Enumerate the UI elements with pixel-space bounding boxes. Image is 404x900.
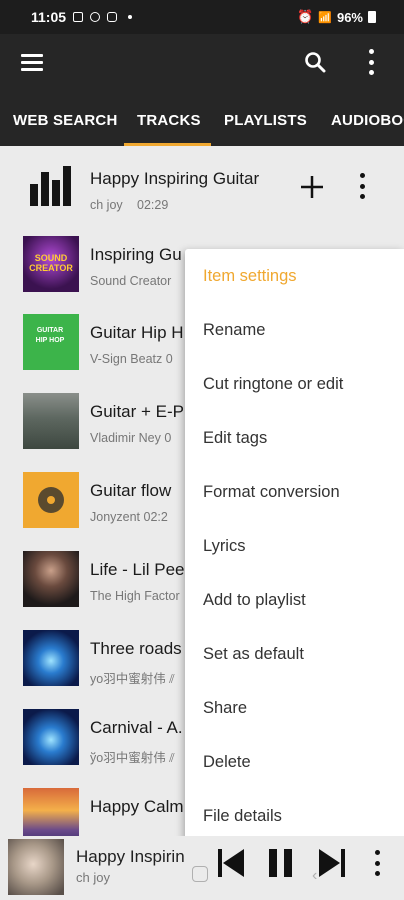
vinyl-icon [38,487,64,513]
player-artist: ch joy [76,870,110,885]
album-art-text: GUITAR HIP HOP [35,327,65,344]
mini-player[interactable]: Happy Inspirin ch joy ‹ [0,836,404,900]
instagram-notification-icon [107,12,118,22]
now-playing-duration: 02:29 [137,198,169,212]
menu-item-file-details[interactable]: File details [203,807,282,826]
track-title: Inspiring Gu [90,245,182,264]
now-playing-artist: ch joy [90,198,123,212]
menu-item-set-as-default[interactable]: Set as default [203,645,304,664]
track-artist: Jonyzent 02:2 [90,510,168,524]
app-notification-icon [90,12,101,22]
tab-audiobooks[interactable]: AUDIOBOO [331,112,404,129]
battery-level: 96% [336,9,363,25]
now-playing-row[interactable]: Happy Inspiring Guitar ch joy 02:29 [0,146,404,224]
player-options-icon[interactable] [374,850,380,876]
gallery-notification-icon [73,12,84,22]
status-time: 11:05 [31,9,67,25]
next-icon[interactable] [319,849,345,877]
track-artist: yo羽中蜜射伟 ⫽ [90,672,175,686]
album-art: SOUND CREATOR [23,236,79,292]
track-artist: Sound Creator [90,274,172,288]
menu-item-lyrics[interactable]: Lyrics [203,537,245,556]
menu-header: Item settings [203,267,297,285]
previous-icon[interactable] [218,849,244,877]
album-art [23,551,79,607]
album-art: GUITAR HIP HOP [23,314,79,370]
track-title: Three roads [90,639,182,658]
status-bar: 11:05 ⏰ 📶 96% [0,0,404,34]
more-notifications-icon [128,15,133,19]
album-art [23,472,79,528]
menu-item-format-conversion[interactable]: Format conversion [203,483,340,502]
track-title: Carnival - A. [90,718,183,737]
pause-icon[interactable] [269,849,293,877]
overflow-menu-icon[interactable] [366,49,376,75]
wifi-icon: 📶 [318,11,332,24]
menu-item-delete[interactable]: Delete [203,753,251,772]
track-options-icon[interactable] [358,173,366,199]
app-bar [0,34,404,90]
add-icon[interactable] [300,175,324,199]
nav-back-icon[interactable]: ‹ [312,867,317,885]
track-artist: V-Sign Beatz 0 [90,352,173,366]
menu-item-cut-ringtone[interactable]: Cut ringtone or edit [203,375,343,394]
tab-tracks[interactable]: TRACKS [137,112,201,129]
equalizer-icon [30,166,71,206]
battery-icon [368,11,376,23]
nav-home-icon[interactable] [192,866,208,882]
menu-item-rename[interactable]: Rename [203,321,265,340]
tab-playlists[interactable]: PLAYLISTS [224,112,307,129]
track-artist: ўo羽中蜜射伟 ⫽ [90,751,175,765]
menu-item-add-to-playlist[interactable]: Add to playlist [203,591,306,610]
album-art [23,393,79,449]
track-title: Guitar Hip H [90,323,184,342]
tab-web-search[interactable]: WEB SEARCH [13,112,118,129]
tab-bar: WEB SEARCH TRACKS PLAYLISTS AUDIOBOO [0,90,404,146]
player-title: Happy Inspirin [76,847,185,866]
now-playing-title: Happy Inspiring Guitar [90,169,260,188]
album-art [23,630,79,686]
search-icon[interactable] [304,51,326,73]
player-album-art[interactable] [8,839,64,895]
album-art [23,709,79,765]
context-menu: Item settings Rename Cut ringtone or edi… [185,249,404,843]
menu-item-edit-tags[interactable]: Edit tags [203,429,267,448]
track-title: Guitar flow [90,481,172,500]
album-art-text: SOUND CREATOR [29,253,73,273]
track-title: Guitar + E-P [90,402,185,421]
track-artist: Vladimir Ney 0 [90,431,172,445]
track-title: Happy Calm [90,797,184,816]
alarm-icon: ⏰ [297,9,314,24]
menu-item-share[interactable]: Share [203,699,247,718]
menu-icon[interactable] [21,54,43,71]
track-artist: The High Factor [90,589,180,603]
track-title: Life - Lil Pee [90,560,185,579]
